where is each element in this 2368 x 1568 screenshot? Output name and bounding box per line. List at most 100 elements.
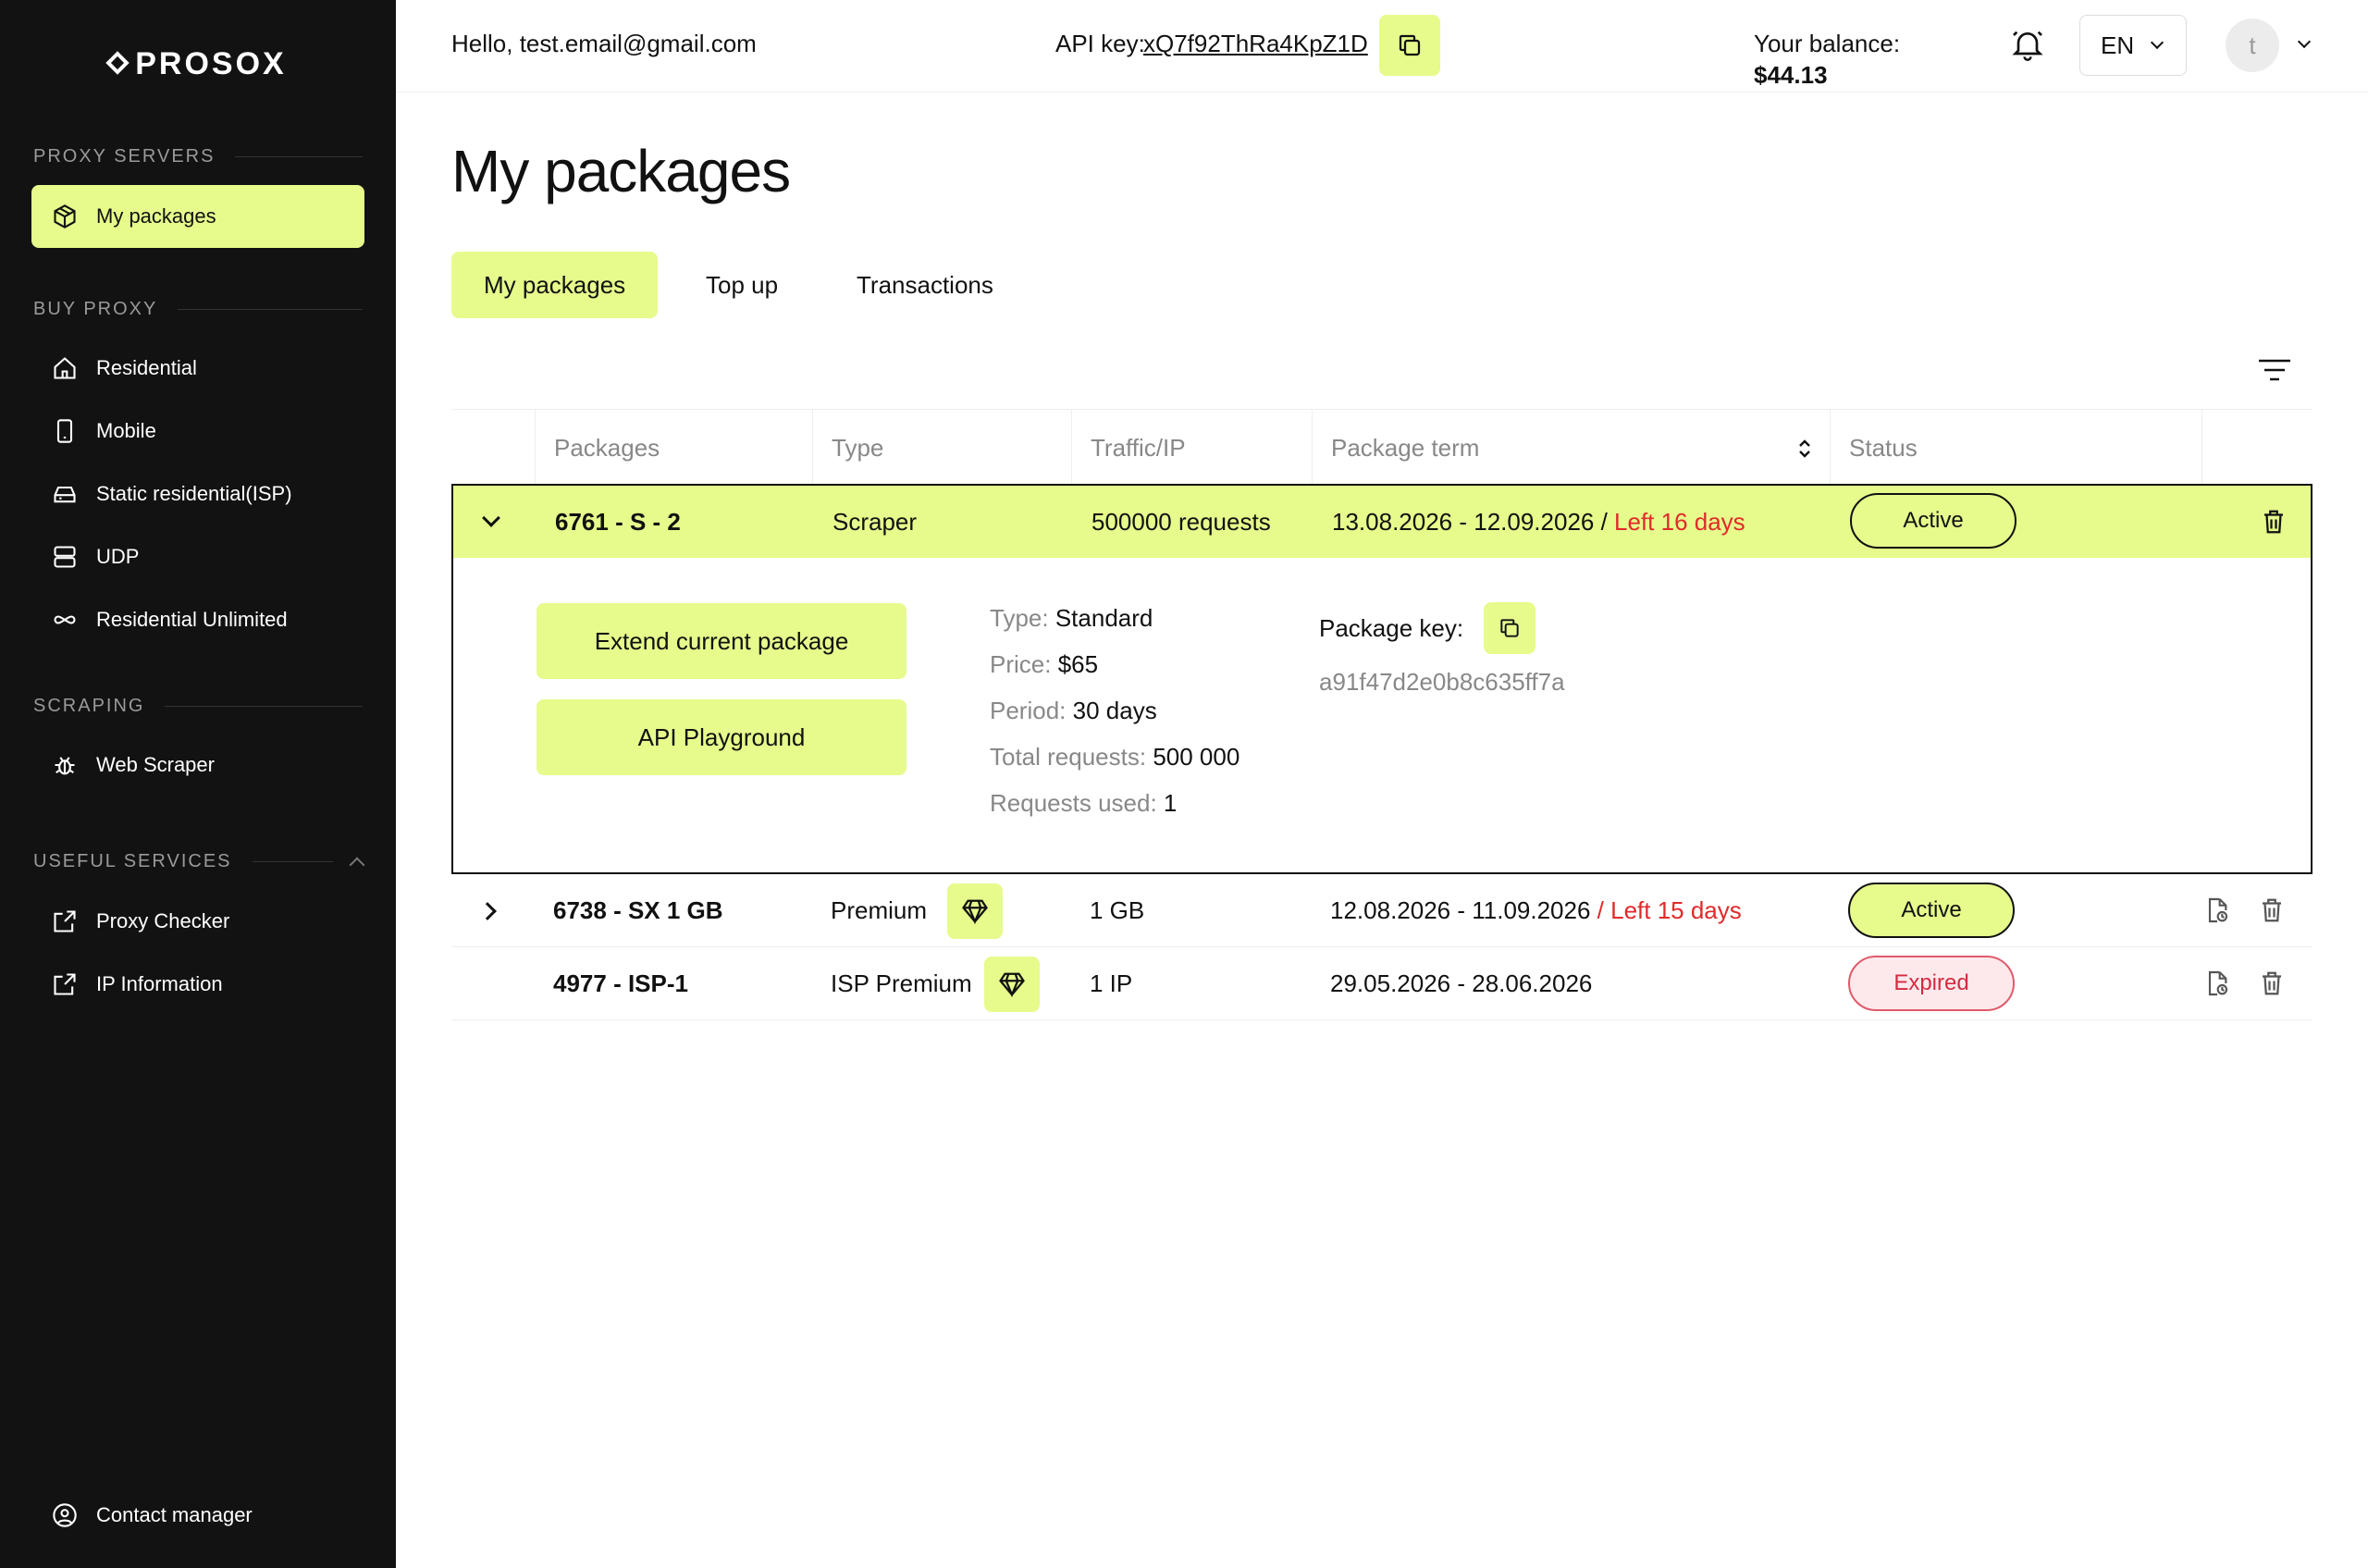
copy-icon [1399,34,1421,56]
trash-icon [2264,510,2283,534]
tab-my-packages[interactable]: My packages [451,252,659,318]
copy-package-key-button[interactable] [1484,602,1536,654]
language-selector[interactable]: EN [2079,15,2187,76]
column-header-traffic: Traffic/IP [1071,410,1312,486]
column-header-package-term[interactable]: Package term [1312,410,1830,486]
expand-row-toggle[interactable] [478,874,497,947]
sidebar-item-label: IP Information [96,972,223,995]
sidebar-item-residential[interactable]: Residential [31,337,364,400]
sidebar-item-residential-unlimited[interactable]: Residential Unlimited [31,588,364,651]
bell-icon[interactable] [2009,26,2046,63]
days-left: Left 15 days [1610,896,1742,924]
package-term: 13.08.2026 - 12.09.2026 / Left 16 days [1332,486,1745,558]
diamond-icon [999,972,1025,998]
top-bar: Hello, test.email@gmail.com API key: xQ7… [396,0,2368,93]
sort-icon[interactable] [1796,438,1813,460]
sidebar-item-my-packages[interactable]: My packages [31,185,364,248]
button-label: API Playground [637,722,806,751]
section-title: SCRAPING [33,696,145,716]
term-dates: 12.08.2026 - 11.09.2026 [1330,896,1591,924]
sidebar-item-label: UDP [96,545,140,568]
filter-icon[interactable] [2257,355,2292,385]
sidebar: PROSOX PROXY SERVERS My packages BUY PRO… [0,0,396,1568]
collapse-row-toggle[interactable] [482,486,500,558]
chevron-right-icon [478,901,497,920]
term-dates: 13.08.2026 - 12.09.2026 [1332,507,1595,536]
logo-text: PROSOX [135,46,287,81]
sidebar-item-proxy-checker[interactable]: Proxy Checker [31,890,364,953]
premium-badge [947,883,1003,939]
tab-label: My packages [484,270,626,299]
status-label: Active [1903,508,1964,533]
language-value: EN [2101,31,2135,59]
table-row-expanded: 6761 - S - 2 Scraper 500000 requests 13.… [451,484,2312,874]
extend-package-button[interactable]: Extend current package [536,603,906,679]
detail-label: Price: [990,650,1052,678]
sidebar-item-udp[interactable]: UDP [31,525,364,588]
section-useful-services[interactable]: USEFUL SERVICES [33,851,365,872]
divider [252,861,333,862]
balance-label: Your balance: [1754,30,1901,57]
sidebar-item-label: Static residential(ISP) [96,482,292,505]
logo[interactable]: PROSOX [0,46,396,82]
tab-top-up[interactable]: Top up [673,252,810,318]
chevron-down-icon [482,509,500,527]
sidebar-item-label: Mobile [96,419,156,442]
detail-value: 30 days [1072,697,1157,724]
divider [178,309,363,310]
sidebar-item-static-isp[interactable]: Static residential(ISP) [31,463,364,525]
detail-label: Total requests: [990,743,1147,771]
section-title: USEFUL SERVICES [33,851,232,871]
package-name: 6738 - SX 1 GB [553,896,723,924]
sidebar-item-web-scraper[interactable]: Web Scraper [31,734,364,796]
home-icon [52,355,78,381]
chevron-up-icon[interactable] [349,857,365,872]
package-traffic: 500000 requests [1092,507,1271,536]
detail-price: Price: $65 [990,650,1098,679]
column-header-packages: Packages [535,410,812,486]
chevron-down-icon [2151,35,2164,50]
table-row[interactable]: 6761 - S - 2 Scraper 500000 requests 13.… [453,486,2311,558]
trash-icon [2263,898,2281,922]
days-left: Left 16 days [1614,507,1745,536]
tab-transactions[interactable]: Transactions [824,252,1026,318]
section-title: PROXY SERVERS [33,146,216,167]
package-type: ISP Premium [831,969,972,997]
sidebar-item-label: Residential [96,356,197,379]
copy-api-key-button[interactable] [1379,15,1440,76]
term-dates: 29.05.2026 - 28.06.2026 [1330,969,1593,997]
avatar[interactable]: t [2226,19,2279,72]
sidebar-item-ip-information[interactable]: IP Information [31,953,364,1016]
renew-button[interactable] [2201,894,2234,927]
server-icon [52,544,78,570]
section-scraping: SCRAPING [33,696,363,717]
mobile-phone-icon [52,418,78,444]
table-row[interactable]: 4977 - ISP-1 ISP Premium 1 IP 29.05.2026… [451,947,2312,1020]
package-term: 12.08.2026 - 11.09.2026 / Left 15 days [1330,874,1742,947]
column-header-actions [2202,410,2312,486]
delete-button[interactable] [2255,967,2288,1000]
sidebar-item-mobile[interactable]: Mobile [31,400,364,463]
api-playground-button[interactable]: API Playground [536,699,906,775]
chevron-down-icon[interactable] [2297,34,2312,49]
table-row[interactable]: 6738 - SX 1 GB Premium 1 GB 12.08.2026 -… [451,874,2312,947]
status-badge: Active [1850,493,2016,549]
status-badge: Expired [1848,956,2015,1011]
status-badge: Active [1848,883,2015,938]
sidebar-item-label: Residential Unlimited [96,608,288,631]
api-key-value[interactable]: xQ7f92ThRa4KpZ1D [1143,30,1368,58]
package-key-value[interactable]: a91f47d2e0b8c635ff7a [1319,668,1565,697]
renew-button[interactable] [2201,967,2234,1000]
document-refresh-icon [2208,970,2228,996]
copy-icon [1500,619,1519,637]
section-title: BUY PROXY [33,299,158,319]
hard-drive-icon [52,481,78,507]
detail-total-requests: Total requests: 500 000 [990,743,1240,772]
api-key-label: API key: [1055,30,1145,57]
detail-label: Period: [990,697,1067,724]
detail-value: 1 [1163,789,1178,817]
delete-button[interactable] [2257,505,2290,538]
sidebar-item-label: Contact manager [96,1503,253,1526]
sidebar-item-contact-manager[interactable]: Contact manager [31,1484,364,1547]
delete-button[interactable] [2255,894,2288,927]
